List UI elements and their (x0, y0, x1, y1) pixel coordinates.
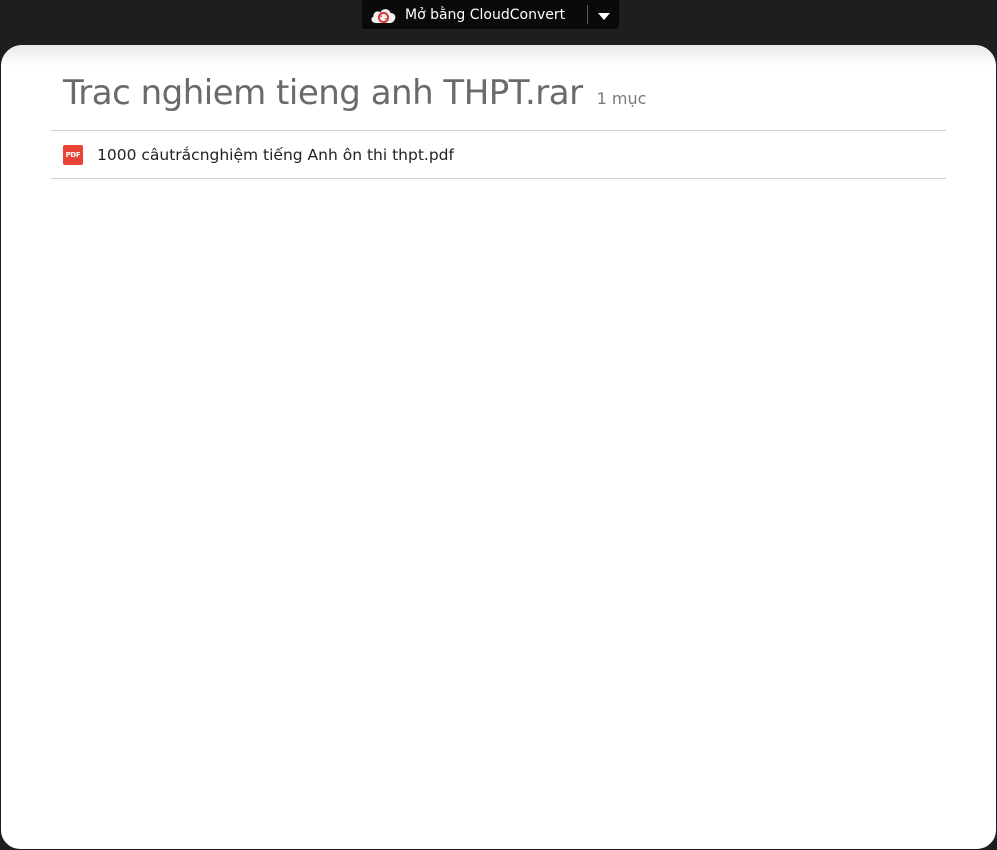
file-name: 1000 câutrắcnghiệm tiếng Anh ôn thi thpt… (97, 145, 454, 164)
panel-top-shade (1, 45, 996, 67)
pdf-icon: PDF (63, 144, 83, 165)
open-with-cloudconvert-button[interactable]: Mở bằng CloudConvert (362, 0, 587, 29)
open-with-button-group: Mở bằng CloudConvert (362, 0, 619, 29)
item-count: 1 mục (596, 89, 647, 108)
archive-viewer-panel: Trac nghiem tieng anh THPT.rar 1 mục PDF… (0, 44, 997, 850)
cloudconvert-icon (369, 5, 398, 25)
open-with-label: Mở bằng CloudConvert (405, 6, 566, 23)
archive-title: Trac nghiem tieng anh THPT.rar (63, 73, 583, 113)
file-row[interactable]: PDF 1000 câutrắcnghiệm tiếng Anh ôn thi … (51, 131, 946, 179)
top-bar: Mở bằng CloudConvert (0, 0, 997, 44)
caret-down-icon (597, 5, 610, 24)
open-with-dropdown-button[interactable] (588, 0, 619, 29)
file-list: PDF 1000 câutrắcnghiệm tiếng Anh ôn thi … (51, 130, 946, 179)
archive-header: Trac nghiem tieng anh THPT.rar 1 mục (63, 73, 646, 113)
